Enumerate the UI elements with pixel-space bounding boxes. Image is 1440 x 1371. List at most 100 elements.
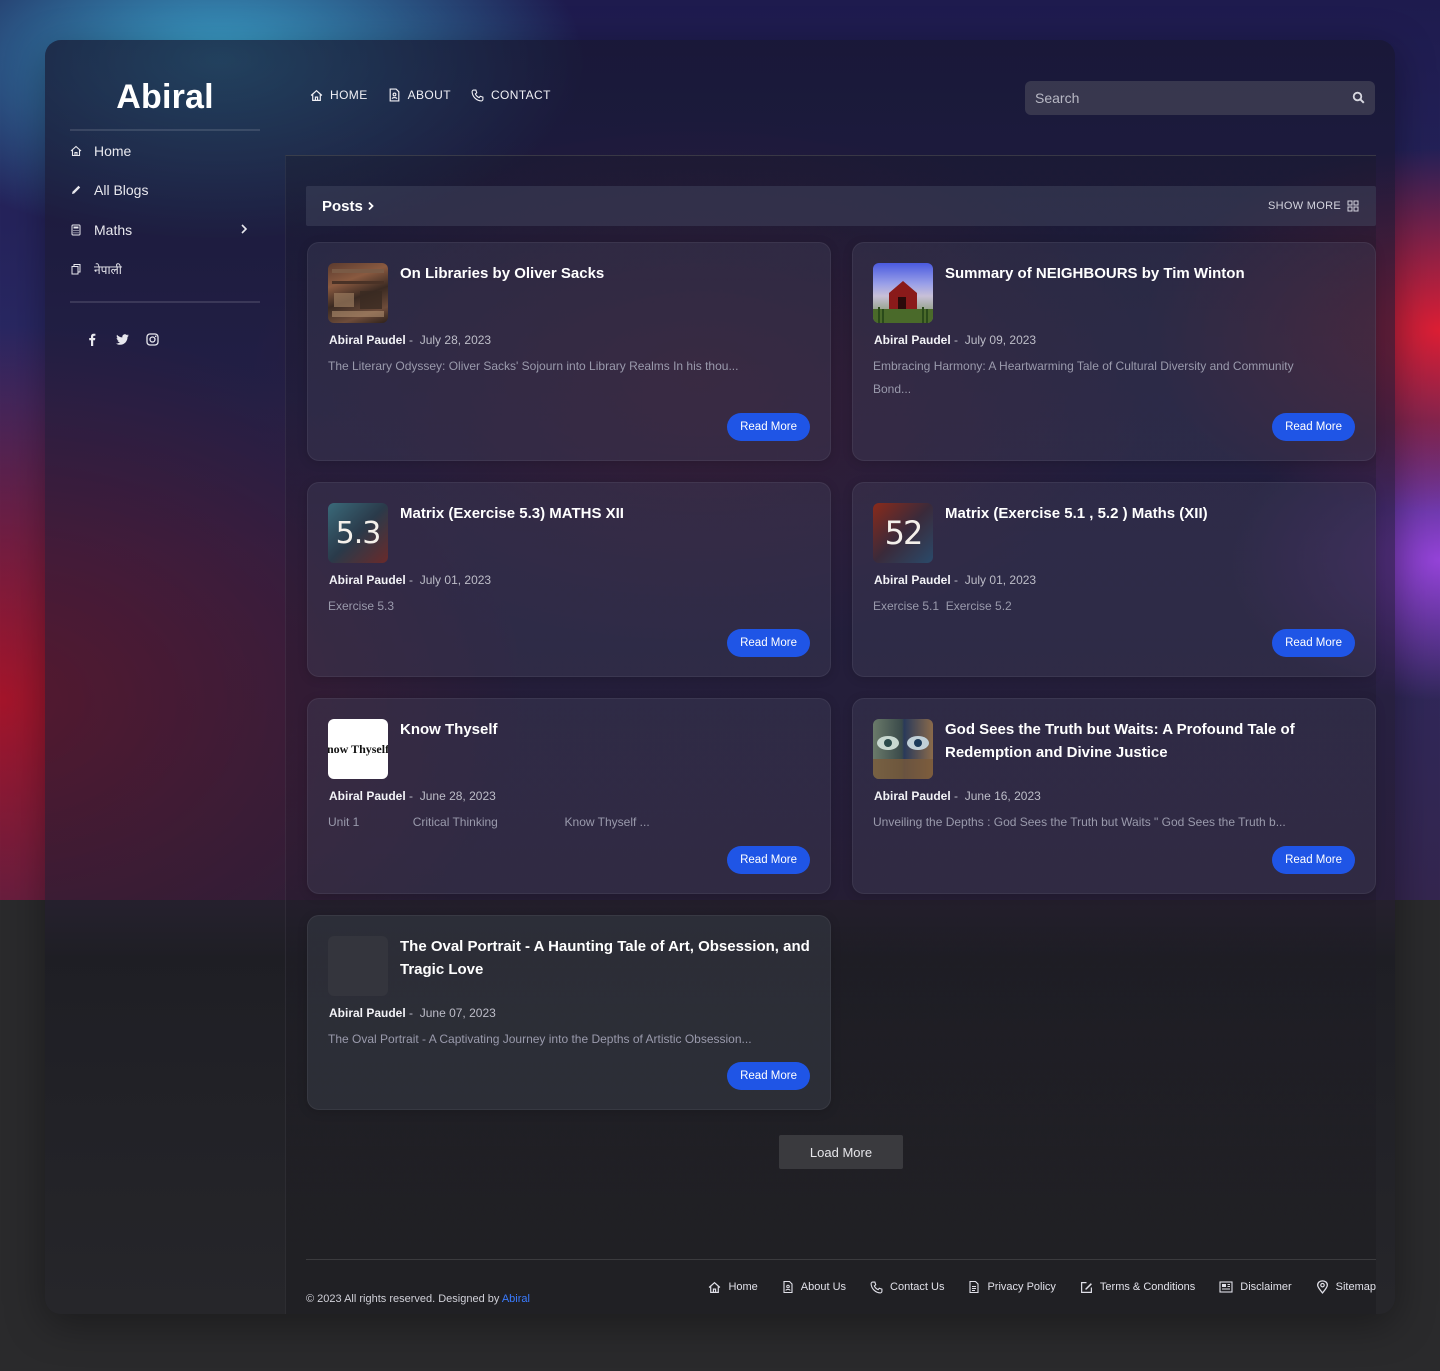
post-title[interactable]: Summary of NEIGHBOURS by Tim Winton [945, 263, 1355, 286]
footer-link-label: Home [728, 1281, 758, 1293]
post-thumbnail[interactable] [873, 263, 933, 323]
post-excerpt: The Literary Odyssey: Oliver Sacks' Sojo… [328, 359, 739, 373]
sidebar-divider [70, 301, 260, 303]
post-meta: Abiral Paudel - July 09, 2023 [874, 333, 1036, 347]
phone-icon [471, 89, 484, 102]
post-author[interactable]: Abiral Paudel [329, 573, 406, 587]
read-more-button[interactable]: Read More [727, 413, 810, 441]
post-excerpt: Unveiling the Depths : God Sees the Trut… [873, 815, 1286, 829]
post-author[interactable]: Abiral Paudel [874, 333, 951, 347]
post-thumbnail[interactable]: 52 [873, 503, 933, 563]
facebook-icon[interactable] [84, 331, 100, 347]
site-logo[interactable]: Abiral [70, 78, 260, 117]
post-author[interactable]: Abiral Paudel [874, 789, 951, 803]
chevron-right-icon [367, 201, 375, 211]
contact-card-icon [782, 1280, 794, 1294]
footer-link-label: Sitemap [1335, 1281, 1376, 1293]
post-date: July 28, 2023 [419, 333, 492, 347]
phone-icon [870, 1281, 883, 1294]
sidebar-item-label: Maths [94, 221, 133, 238]
post-card: 5.3 Matrix (Exercise 5.3) MATHS XII Abir… [307, 482, 831, 677]
app-shell: Abiral Home All Blogs Maths नेपाली HOME … [45, 40, 1395, 1314]
sidebar-item-all-blogs[interactable]: All Blogs [70, 171, 260, 211]
post-date: June 07, 2023 [419, 1006, 496, 1020]
footer-divider [306, 1259, 1376, 1260]
footer-link-label: Disclaimer [1240, 1281, 1292, 1293]
nav-about[interactable]: ABOUT [388, 88, 451, 102]
post-title[interactable]: God Sees the Truth but Waits: A Profound… [945, 719, 1355, 764]
nav-home-label: HOME [330, 88, 368, 102]
copyright-label: © 2023 All rights reserved. Designed by [306, 1293, 500, 1305]
read-more-button[interactable]: Read More [727, 846, 810, 874]
edit-icon [1080, 1281, 1093, 1294]
footer-link-label: Contact Us [890, 1281, 945, 1293]
post-title[interactable]: The Oval Portrait - A Haunting Tale of A… [400, 936, 810, 981]
meta-separator: - [409, 1006, 417, 1020]
copyright-text: © 2023 All rights reserved. Designed by … [306, 1293, 530, 1305]
meta-separator: - [409, 573, 417, 587]
post-meta: Abiral Paudel - June 28, 2023 [329, 789, 496, 803]
posts-title-label: Posts [322, 197, 363, 215]
calculator-icon [70, 224, 94, 236]
copy-icon [70, 263, 94, 275]
post-thumbnail[interactable] [328, 263, 388, 323]
top-navigation: HOME ABOUT CONTACT [310, 88, 551, 102]
show-more-link[interactable]: SHOW MORE [1268, 200, 1376, 212]
contact-card-icon [388, 88, 401, 102]
nav-about-label: ABOUT [407, 88, 451, 102]
read-more-button[interactable]: Read More [1272, 846, 1355, 874]
post-thumbnail[interactable] [873, 719, 933, 779]
footer-link-contact[interactable]: Contact Us [870, 1280, 944, 1294]
sidebar: Abiral Home All Blogs Maths नेपाली [70, 40, 260, 1314]
twitter-icon[interactable] [114, 331, 130, 347]
footer-link-disclaimer[interactable]: Disclaimer [1219, 1280, 1292, 1294]
designer-link[interactable]: Abiral [502, 1293, 530, 1305]
post-author[interactable]: Abiral Paudel [874, 573, 951, 587]
post-card: Summary of NEIGHBOURS by Tim Winton Abir… [852, 242, 1376, 461]
footer-link-home[interactable]: Home [708, 1280, 758, 1294]
post-thumbnail[interactable] [328, 936, 388, 996]
pencil-icon [70, 184, 94, 196]
post-author[interactable]: Abiral Paudel [329, 333, 406, 347]
post-date: July 01, 2023 [964, 573, 1037, 587]
read-more-button[interactable]: Read More [1272, 413, 1355, 441]
footer-link-terms[interactable]: Terms & Conditions [1080, 1280, 1195, 1294]
post-author[interactable]: Abiral Paudel [329, 789, 406, 803]
post-card: The Oval Portrait - A Haunting Tale of A… [307, 915, 831, 1110]
post-card: 52 Matrix (Exercise 5.1 , 5.2 ) Maths (X… [852, 482, 1376, 677]
meta-separator: - [954, 573, 962, 587]
search-input[interactable] [1025, 89, 1337, 107]
posts-title: Posts [306, 198, 375, 215]
post-author[interactable]: Abiral Paudel [329, 1006, 406, 1020]
footer-link-privacy[interactable]: Privacy Policy [968, 1280, 1056, 1294]
footer-link-about[interactable]: About Us [782, 1280, 846, 1294]
post-excerpt: The Oval Portrait - A Captivating Journe… [328, 1032, 752, 1046]
instagram-icon[interactable] [144, 331, 160, 347]
sidebar-item-home[interactable]: Home [70, 131, 260, 171]
home-icon [70, 145, 94, 157]
search-icon[interactable] [1352, 91, 1365, 104]
sidebar-item-label: All Blogs [94, 182, 149, 199]
sidebar-item-maths[interactable]: Maths [70, 210, 260, 250]
read-more-button[interactable]: Read More [727, 629, 810, 657]
sidebar-item-nepali[interactable]: नेपाली [70, 250, 260, 290]
load-more-button[interactable]: Load More [779, 1135, 903, 1169]
footer-link-sitemap[interactable]: Sitemap [1316, 1280, 1376, 1294]
map-pin-icon [1316, 1280, 1329, 1294]
show-more-label: SHOW MORE [1268, 200, 1341, 212]
read-more-button[interactable]: Read More [1272, 629, 1355, 657]
post-title[interactable]: On Libraries by Oliver Sacks [400, 263, 810, 286]
post-title[interactable]: Know Thyself [400, 719, 810, 742]
post-title[interactable]: Matrix (Exercise 5.1 , 5.2 ) Maths (XII) [945, 503, 1355, 526]
posts-header: Posts SHOW MORE [306, 186, 1376, 226]
footer-links: Home About Us Contact Us Privacy Policy … [708, 1280, 1376, 1294]
nav-contact[interactable]: CONTACT [471, 88, 551, 102]
post-title[interactable]: Matrix (Exercise 5.3) MATHS XII [400, 503, 810, 526]
nav-home[interactable]: HOME [310, 88, 368, 102]
read-more-button[interactable]: Read More [727, 1062, 810, 1090]
chevron-right-icon[interactable] [240, 223, 248, 235]
post-thumbnail[interactable]: 5.3 [328, 503, 388, 563]
post-meta: Abiral Paudel - July 01, 2023 [329, 573, 491, 587]
post-thumbnail[interactable]: now Thyself [328, 719, 388, 779]
post-meta: Abiral Paudel - June 16, 2023 [874, 789, 1041, 803]
